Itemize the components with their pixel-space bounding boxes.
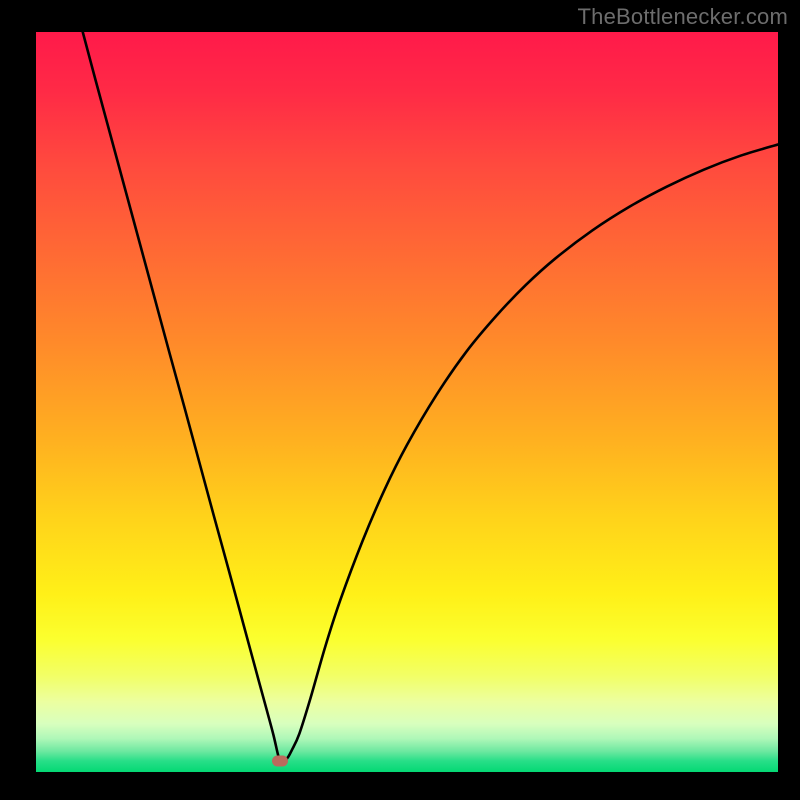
plot-area — [36, 32, 778, 772]
watermark-text: TheBottlenecker.com — [578, 4, 788, 30]
minimum-marker — [272, 755, 288, 766]
curve-layer — [36, 32, 778, 772]
bottleneck-curve — [83, 32, 778, 761]
chart-stage: TheBottlenecker.com — [0, 0, 800, 800]
